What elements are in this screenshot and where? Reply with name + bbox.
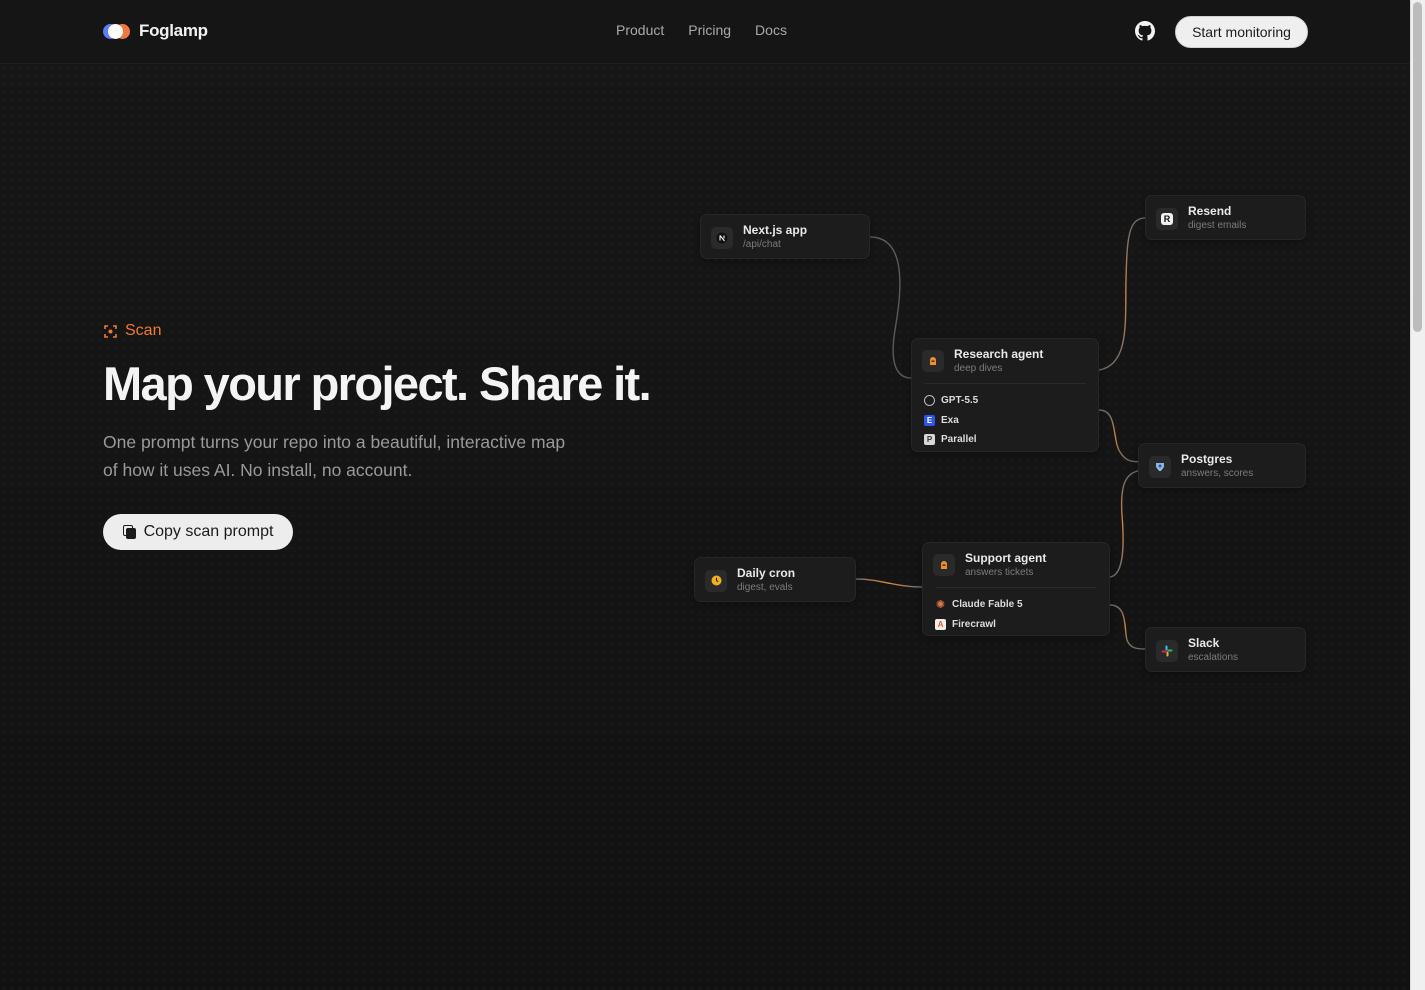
scrollbar-thumb[interactable]	[1413, 2, 1422, 332]
tool-item: P Parallel	[924, 430, 1086, 450]
nav-pricing[interactable]: Pricing	[688, 22, 731, 38]
node-title: Next.js app	[743, 223, 808, 237]
scan-icon	[104, 324, 117, 338]
node-subtitle: digest emails	[1188, 220, 1247, 231]
top-navbar: Foglamp Product Pricing Docs Start monit…	[0, 0, 1410, 64]
clock-icon	[705, 569, 727, 592]
tool-item: ✺ Claude Fable 5	[935, 595, 1097, 615]
node-slack[interactable]: Slack escalations	[1145, 627, 1306, 672]
parallel-icon: P	[924, 434, 935, 446]
brand-name: Foglamp	[139, 21, 208, 40]
node-resend[interactable]: R Resend digest emails	[1145, 195, 1306, 240]
slack-icon	[1156, 639, 1178, 662]
node-daily-cron[interactable]: Daily cron digest, evals	[694, 557, 856, 602]
node-title: Slack	[1188, 636, 1220, 650]
resend-icon: R	[1156, 207, 1178, 230]
tool-label: GPT-5.5	[941, 395, 979, 407]
node-nextjs-app[interactable]: Next.js app /api/chat	[700, 214, 870, 259]
tool-item: E Exa	[924, 411, 1086, 431]
tool-label: Claude Fable 5	[952, 599, 1023, 611]
node-title: Research agent	[954, 346, 1044, 361]
node-subtitle: /api/chat	[743, 239, 781, 250]
anthropic-icon: ✺	[935, 599, 946, 612]
node-subtitle: escalations	[1188, 652, 1239, 663]
agent-icon	[933, 554, 955, 576]
node-subtitle: deep dives	[954, 362, 1003, 374]
node-subtitle: digest, evals	[737, 582, 793, 593]
node-subtitle: answers, scores	[1181, 468, 1254, 479]
section-eyebrow: Scan	[104, 322, 161, 340]
foglamp-logo-icon	[103, 23, 131, 39]
subtitle-line-1: One prompt turns your repo into a beauti…	[103, 432, 566, 452]
tool-item: GPT-5.5	[924, 391, 1086, 411]
tool-label: Exa	[941, 414, 959, 426]
copy-icon	[122, 525, 136, 539]
node-title: Support agent	[965, 550, 1047, 565]
page-title: Map your project. Share it.	[103, 357, 652, 410]
page-background	[0, 0, 1410, 990]
tool-item: A Firecrawl	[935, 615, 1097, 635]
nav-docs[interactable]: Docs	[755, 22, 787, 38]
node-research-agent[interactable]: Research agent deep dives GPT-5.5 E Exa …	[911, 338, 1099, 452]
github-icon[interactable]	[1135, 21, 1155, 41]
agent-icon	[922, 350, 944, 372]
nextjs-icon	[711, 226, 733, 249]
subtitle-line-2: of how it uses AI. No install, no accoun…	[103, 460, 413, 480]
openai-icon	[924, 395, 935, 407]
start-monitoring-button[interactable]: Start monitoring	[1175, 16, 1308, 48]
eyebrow-label: Scan	[125, 322, 162, 339]
firecrawl-icon: A	[935, 618, 946, 630]
nav-product[interactable]: Product	[616, 22, 664, 38]
hero-subtitle: One prompt turns your repo into a beauti…	[103, 428, 623, 484]
postgres-icon	[1149, 455, 1171, 478]
node-title: Postgres	[1181, 452, 1233, 466]
tool-label: Firecrawl	[952, 618, 996, 630]
copy-scan-prompt-button[interactable]: Copy scan prompt	[103, 514, 293, 550]
node-title: Daily cron	[737, 566, 796, 580]
main-nav: Product Pricing Docs	[616, 22, 787, 38]
tool-list: ✺ Claude Fable 5 A Firecrawl	[923, 588, 1109, 634]
node-support-agent[interactable]: Support agent answers tickets ✺ Claude F…	[922, 542, 1110, 636]
node-postgres[interactable]: Postgres answers, scores	[1138, 443, 1306, 488]
copy-button-label: Copy scan prompt	[143, 523, 274, 540]
tool-label: Parallel	[941, 434, 977, 446]
exa-icon: E	[924, 414, 935, 426]
node-title: Resend	[1188, 204, 1232, 218]
brand-logo[interactable]: Foglamp	[103, 21, 208, 41]
node-subtitle: answers tickets	[965, 566, 1034, 578]
tool-list: GPT-5.5 E Exa P Parallel	[912, 384, 1098, 450]
